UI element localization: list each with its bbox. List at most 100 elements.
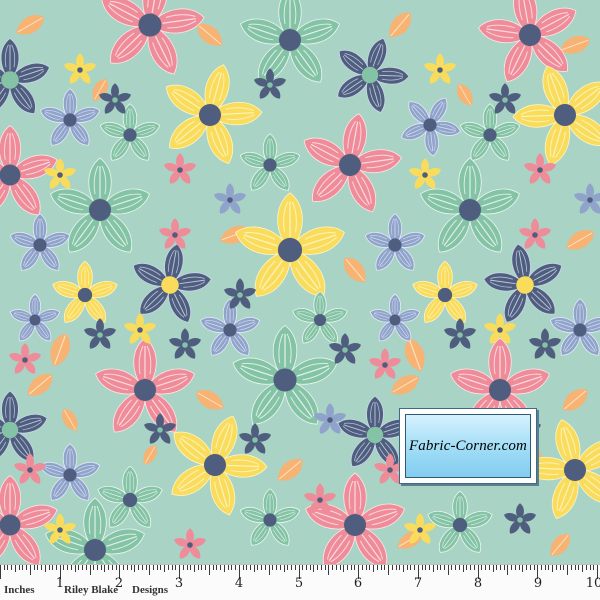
watermark-text: Fabric-Corner.com: [409, 437, 527, 454]
ruler-tick: [26, 565, 28, 570]
ruler-tick: [257, 565, 259, 570]
ruler-tick: [130, 565, 132, 570]
ruler-tick: [320, 565, 322, 570]
ruler-tick: [432, 565, 434, 572]
ruler-tick: [41, 565, 43, 570]
ruler-number: 2: [114, 576, 124, 591]
ruler-tick: [111, 565, 113, 570]
ruler-tick: [93, 565, 95, 570]
ruler-tick: [582, 565, 584, 572]
ruler-tick: [402, 565, 404, 572]
ruler-tick: [115, 565, 117, 570]
ruler-tick: [149, 565, 151, 575]
ruler-tick: [455, 565, 457, 570]
ruler-number: 8: [473, 576, 483, 591]
ruler-tick: [522, 565, 524, 572]
ruler-tick: [164, 565, 166, 572]
ruler-tick: [205, 565, 207, 570]
ruler-tick: [421, 565, 423, 570]
ruler-tick: [451, 565, 453, 570]
ruler-tick: [496, 565, 498, 570]
ruler-tick: [335, 565, 337, 570]
ruler-tick: [548, 565, 550, 570]
ruler-tick: [365, 565, 367, 570]
ruler-tick: [18, 565, 20, 570]
ruler-tick: [3, 565, 5, 570]
ruler-number: 3: [174, 576, 184, 591]
ruler-tick: [511, 565, 513, 570]
ruler-tick: [376, 565, 378, 570]
ruler-tick: [317, 565, 319, 570]
ruler-tick: [246, 565, 248, 570]
ruler-tick: [70, 565, 72, 570]
ruler-tick: [126, 565, 128, 570]
ruler-tick: [470, 565, 472, 570]
ruler-tick: [350, 565, 352, 570]
ruler-tick: [302, 565, 304, 570]
ruler-tick: [305, 565, 307, 570]
ruler-tick: [533, 565, 535, 570]
ruler-tick: [332, 565, 334, 570]
ruler-tick: [526, 565, 528, 570]
ruler-tick: [499, 565, 501, 570]
ruler-tick: [328, 565, 330, 575]
ruler-tick: [231, 565, 233, 570]
ruler-tick: [100, 565, 102, 570]
ruler-tick: [55, 565, 57, 570]
ruler-tick: [223, 565, 225, 572]
ruler-number: 9: [533, 576, 543, 591]
ruler-tick: [134, 565, 136, 572]
ruler-tick: [82, 565, 84, 570]
ruler-tick: [324, 565, 326, 570]
ruler-tick: [589, 565, 591, 570]
ruler-tick: [492, 565, 494, 572]
ruler-tick: [444, 565, 446, 570]
ruler-tick: [242, 565, 244, 570]
ruler-tick: [343, 565, 345, 572]
ruler-number: 6: [353, 576, 363, 591]
ruler-tick: [440, 565, 442, 570]
ruler-tick: [578, 565, 580, 570]
ruler-tick: [89, 565, 91, 575]
ruler-tick: [22, 565, 24, 570]
ruler-tick: [585, 565, 587, 570]
ruler-tick: [481, 565, 483, 570]
ruler-tick: [108, 565, 110, 570]
ruler-tick: [220, 565, 222, 570]
ruler-tick: [167, 565, 169, 570]
ruler-tick: [63, 565, 65, 570]
ruler-tick: [29, 565, 31, 575]
ruler-tick: [37, 565, 39, 570]
ruler-tick: [399, 565, 401, 570]
ruler-tick: [425, 565, 427, 570]
ruler-tick: [313, 565, 315, 572]
ruler-tick: [369, 565, 371, 570]
ruler-tick: [268, 565, 270, 575]
ruler-unit-label: Inches: [4, 584, 35, 596]
ruler-tick: [186, 565, 188, 570]
ruler-tick: [291, 565, 293, 570]
ruler-tick: [473, 565, 475, 570]
ruler-tick: [194, 565, 196, 572]
ruler-tick: [339, 565, 341, 570]
ruler-tick: [212, 565, 214, 570]
product-image: Fabric-Corner.com Inches Riley Blake Des…: [0, 0, 600, 600]
ruler-tick: [0, 565, 1, 579]
ruler-tick: [272, 565, 274, 570]
ruler-tick: [384, 565, 386, 570]
ruler-tick: [544, 565, 546, 570]
ruler-tick: [294, 565, 296, 570]
ruler-tick: [429, 565, 431, 570]
ruler-tick: [156, 565, 158, 570]
ruler-tick: [555, 565, 557, 570]
ruler-tick: [160, 565, 162, 570]
ruler-number: 7: [413, 576, 423, 591]
ruler-tick: [466, 565, 468, 570]
ruler-tick: [347, 565, 348, 570]
ruler-tick: [197, 565, 199, 570]
ruler-tick: [78, 565, 80, 570]
ruler-tick: [85, 565, 87, 570]
ruler-number: 5: [294, 576, 304, 591]
ruler-tick: [462, 565, 464, 572]
ruler-tick: [67, 565, 69, 570]
